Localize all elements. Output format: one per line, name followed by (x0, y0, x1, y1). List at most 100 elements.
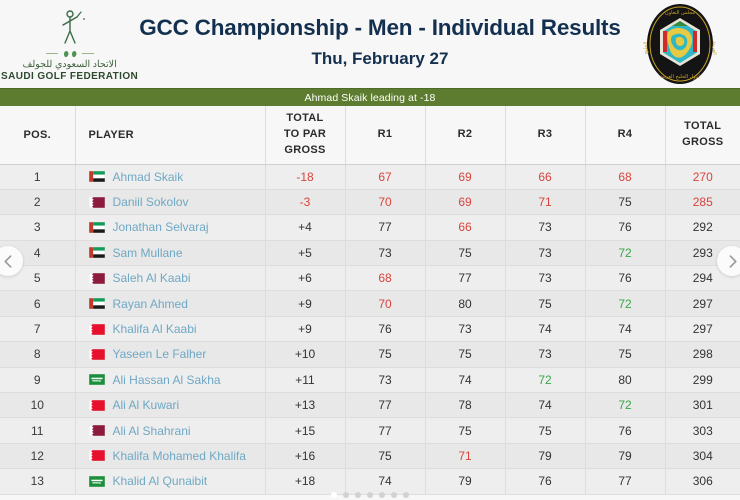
pagination-dot[interactable] (355, 492, 361, 498)
row-total-gross: 299 (665, 367, 740, 394)
row-r3: 74 (505, 392, 586, 419)
leaderboard-table: POS. PLAYER TOTAL TO PAR GROSS R1 R2 R3 … (0, 106, 740, 495)
row-total-gross: 285 (665, 189, 740, 216)
pagination-dot[interactable] (403, 492, 409, 498)
flag-bahrain-icon (88, 348, 105, 360)
row-total-gross: 270 (665, 164, 740, 190)
table-row[interactable]: 13 Khalid Al Qunaibit +18 74 79 76 77 306 (0, 468, 740, 495)
row-r1: 77 (345, 392, 426, 419)
table-row[interactable]: 3 Jonathan Selvaraj +4 77 66 73 76 292 (0, 214, 740, 241)
row-player-cell[interactable]: Khalid Al Qunaibit (75, 468, 266, 495)
column-header-total-gross[interactable]: TOTAL GROSS (665, 106, 740, 165)
table-row[interactable]: 11 Ali Al Shahrani +15 77 75 75 76 303 (0, 417, 740, 444)
row-r2: 66 (425, 214, 506, 241)
row-player-cell[interactable]: Yaseen Le Falher (75, 341, 266, 368)
player-name[interactable]: Sam Mullane (113, 246, 183, 260)
row-player-cell[interactable]: Sam Mullane (75, 240, 266, 267)
player-name[interactable]: Ali Al Kuwari (113, 398, 180, 412)
row-total-gross: 306 (665, 468, 740, 495)
row-r2: 75 (425, 417, 506, 444)
col-par-line2: TO PAR (283, 127, 327, 140)
row-r4: 75 (585, 189, 666, 216)
row-r2: 74 (425, 367, 506, 394)
column-header-r3[interactable]: R3 (505, 106, 586, 165)
table-row[interactable]: 10 Ali Al Kuwari +13 77 78 74 72 301 (0, 392, 740, 419)
table-row[interactable]: 5 Saleh Al Kaabi +6 68 77 73 76 294 (0, 265, 740, 292)
flag-saudi-icon (88, 475, 105, 487)
table-row[interactable]: 2 Daniil Sokolov -3 70 69 71 75 285 (0, 189, 740, 216)
column-header-total-to-par-gross[interactable]: TOTAL TO PAR GROSS (265, 106, 346, 165)
table-row[interactable]: 9 Ali Hassan Al Sakha +11 73 74 72 80 299 (0, 367, 740, 394)
row-player-cell[interactable]: Saleh Al Kaabi (75, 265, 266, 292)
row-player-cell[interactable]: Ali Al Kuwari (75, 392, 266, 419)
player-name[interactable]: Ali Hassan Al Sakha (113, 373, 221, 387)
player-name[interactable]: Ali Al Shahrani (113, 424, 191, 438)
row-total-to-par: -18 (265, 164, 346, 190)
row-player-cell[interactable]: Ali Al Shahrani (75, 417, 266, 444)
table-row[interactable]: 6 Rayan Ahmed +9 70 80 75 72 297 (0, 290, 740, 317)
row-position: 7 (0, 316, 76, 343)
table-row[interactable]: 1 Ahmad Skaik -18 67 69 66 68 270 (0, 164, 740, 190)
row-position: 3 (0, 214, 76, 241)
row-r3: 75 (505, 290, 586, 317)
gcc-logo: مجلس التعاون لدول الخليج العربية الخليج … (621, 0, 740, 88)
flag-bahrain-icon (88, 323, 105, 335)
table-row[interactable]: 8 Yaseen Le Falher +10 75 75 73 75 298 (0, 341, 740, 368)
table-row[interactable]: 4 Sam Mullane +5 73 75 73 72 293 (0, 240, 740, 267)
row-r2: 71 (425, 443, 506, 470)
player-name[interactable]: Ahmad Skaik (113, 170, 184, 184)
row-r1: 67 (345, 164, 426, 190)
player-name[interactable]: Saleh Al Kaabi (113, 271, 191, 285)
row-r4: 75 (585, 341, 666, 368)
table-row[interactable]: 7 Khalifa Al Kaabi +9 76 73 74 74 297 (0, 316, 740, 343)
row-player-cell[interactable]: Khalifa Al Kaabi (75, 316, 266, 343)
player-name[interactable]: Yaseen Le Falher (113, 347, 207, 361)
page-date: Thu, February 27 (311, 48, 449, 68)
row-player-cell[interactable]: Rayan Ahmed (75, 290, 266, 317)
row-total-to-par: +5 (265, 240, 346, 267)
row-r3: 79 (505, 443, 586, 470)
player-name[interactable]: Daniil Sokolov (113, 195, 189, 209)
federation-name-english: SAUDI GOLF FEDERATION (1, 70, 139, 82)
player-name[interactable]: Jonathan Selvaraj (113, 220, 209, 234)
column-header-r1[interactable]: R1 (345, 106, 426, 165)
row-r3: 66 (505, 164, 586, 190)
pagination-dots[interactable] (0, 492, 740, 498)
row-total-to-par: +4 (265, 214, 346, 241)
pagination-dot[interactable] (343, 492, 349, 498)
row-r2: 73 (425, 316, 506, 343)
row-r1: 73 (345, 240, 426, 267)
gcc-emblem-icon: مجلس التعاون لدول الخليج العربية الخليج … (643, 4, 717, 84)
pagination-dot[interactable] (367, 492, 373, 498)
table-row[interactable]: 12 Khalifa Mohamed Khalifa +16 75 71 79 79 304 (0, 443, 740, 470)
next-page-button[interactable] (717, 246, 740, 276)
player-name[interactable]: Khalifa Al Kaabi (113, 322, 197, 336)
player-name[interactable]: Khalifa Mohamed Khalifa (113, 449, 246, 463)
row-player-cell[interactable]: Daniil Sokolov (75, 189, 266, 216)
column-header-r4[interactable]: R4 (585, 106, 666, 165)
row-r1: 74 (345, 468, 426, 495)
row-player-cell[interactable]: Ali Hassan Al Sakha (75, 367, 266, 394)
row-r3: 73 (505, 341, 586, 368)
pagination-dot[interactable] (331, 492, 337, 498)
player-name[interactable]: Rayan Ahmed (113, 297, 188, 311)
row-position: 6 (0, 290, 76, 317)
row-r4: 76 (585, 417, 666, 444)
player-name[interactable]: Khalid Al Qunaibit (113, 474, 208, 488)
column-header-pos[interactable]: POS. (0, 106, 76, 165)
pagination-dot[interactable] (391, 492, 397, 498)
col-par-line3: GROSS (284, 143, 326, 156)
row-total-to-par: +16 (265, 443, 346, 470)
row-r3: 76 (505, 468, 586, 495)
row-player-cell[interactable]: Khalifa Mohamed Khalifa (75, 443, 266, 470)
column-header-player[interactable]: PLAYER (75, 106, 266, 165)
col-total-line2: GROSS (682, 135, 724, 148)
pagination-dot[interactable] (379, 492, 385, 498)
row-total-to-par: +13 (265, 392, 346, 419)
col-par-line1: TOTAL (286, 111, 324, 124)
row-r1: 77 (345, 417, 426, 444)
flag-qatar-icon (88, 425, 105, 437)
row-player-cell[interactable]: Ahmad Skaik (75, 164, 266, 190)
row-player-cell[interactable]: Jonathan Selvaraj (75, 214, 266, 241)
column-header-r2[interactable]: R2 (425, 106, 506, 165)
